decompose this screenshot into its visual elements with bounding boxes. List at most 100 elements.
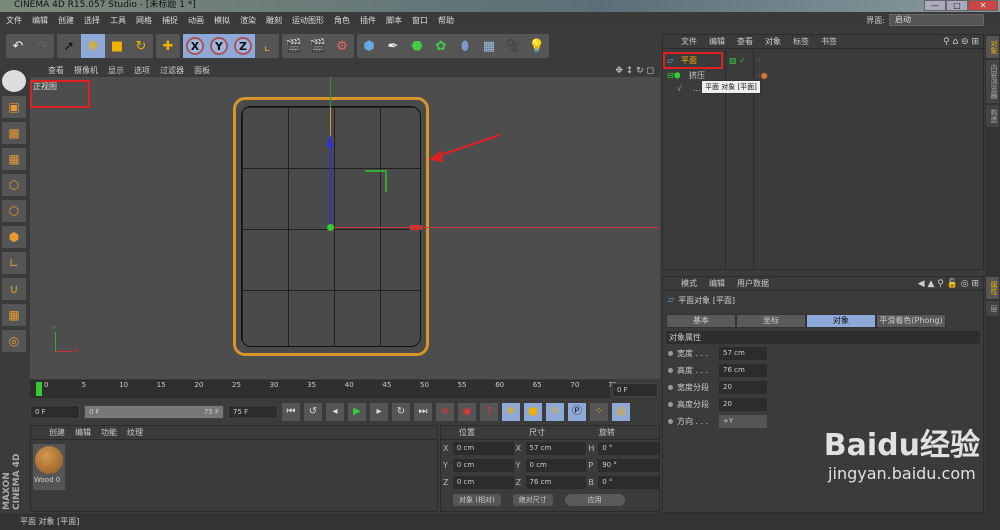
viewport-menu-panel[interactable]: 面板: [194, 65, 210, 76]
tab-phong[interactable]: 平滑着色(Phong): [876, 314, 946, 328]
key-rotation-icon[interactable]: ↻: [546, 403, 564, 421]
start-frame-field[interactable]: 0 F: [30, 405, 80, 419]
array-icon[interactable]: ✿: [429, 34, 453, 58]
width-field[interactable]: 57 cm: [719, 347, 767, 360]
z-axis-lock[interactable]: Z: [231, 34, 255, 58]
previous-key-icon[interactable]: ↺: [304, 403, 322, 421]
menu-select[interactable]: 选择: [84, 15, 100, 26]
side-tab-content-browser[interactable]: 内容浏览器: [986, 60, 999, 103]
obj-menu-object[interactable]: 对象: [765, 36, 781, 47]
timeline-icon[interactable]: ▤: [612, 403, 630, 421]
rotation-h-field[interactable]: 0 °: [598, 442, 660, 455]
go-to-start-icon[interactable]: ⏮: [282, 403, 300, 421]
side-tab-layers[interactable]: 层: [986, 301, 999, 316]
menu-sculpt[interactable]: 雕刻: [266, 15, 282, 26]
timeline-ruler[interactable]: 051015202530354045505560657075: [30, 380, 617, 398]
size-mode-dropdown[interactable]: 绝对尺寸: [512, 494, 553, 506]
edges-mode-icon[interactable]: ⬡: [2, 200, 26, 222]
tag-icon[interactable]: ⁖: [756, 56, 761, 65]
menu-window[interactable]: 窗口: [412, 15, 428, 26]
obj-menu-tag[interactable]: 标签: [793, 36, 809, 47]
menu-script[interactable]: 脚本: [386, 15, 402, 26]
points-mode-icon[interactable]: ⬡: [2, 174, 26, 196]
close-button[interactable]: ✕: [968, 0, 998, 11]
key-scale-icon[interactable]: ■: [524, 403, 542, 421]
obj-search-home-icons[interactable]: ⚲ ⌂ ⊖ ⊞: [943, 37, 979, 47]
x-axis-handle[interactable]: [410, 225, 422, 230]
coord-mode-dropdown[interactable]: 对象 (相对): [453, 494, 501, 506]
coordinate-system-icon[interactable]: ⌞: [255, 34, 279, 58]
light-icon[interactable]: 💡: [525, 34, 549, 58]
attr-menu-edit[interactable]: 编辑: [709, 278, 725, 289]
workplane-lock-icon[interactable]: ▦: [2, 304, 26, 326]
texture-mode-icon[interactable]: ▩: [2, 122, 26, 144]
current-frame-field[interactable]: 0 F: [612, 383, 658, 397]
auto-key-icon[interactable]: ◉: [458, 403, 476, 421]
size-y-field[interactable]: 0 cm: [525, 459, 587, 472]
size-x-field[interactable]: 57 cm: [525, 442, 587, 455]
apply-button[interactable]: 应用: [564, 494, 625, 506]
orientation-dropdown[interactable]: +Y: [719, 415, 767, 428]
next-frame-icon[interactable]: ▸: [370, 403, 388, 421]
width-segments-field[interactable]: 20: [719, 381, 767, 394]
floor-icon[interactable]: ▦: [477, 34, 501, 58]
plane-handle[interactable]: [365, 170, 387, 192]
undo-icon[interactable]: ↶: [6, 34, 30, 58]
viewport-menu-options[interactable]: 选项: [134, 65, 150, 76]
menu-simulate[interactable]: 模拟: [214, 15, 230, 26]
range-slider[interactable]: 0 F 75 F: [84, 405, 224, 419]
x-axis-lock[interactable]: X: [183, 34, 207, 58]
position-z-field[interactable]: 0 cm: [452, 476, 514, 489]
spline-pen-icon[interactable]: ✒: [381, 34, 405, 58]
menu-edit[interactable]: 编辑: [32, 15, 48, 26]
maximize-button[interactable]: □: [946, 0, 968, 11]
workplane-icon[interactable]: ▦: [2, 148, 26, 170]
height-field[interactable]: 76 cm: [719, 364, 767, 377]
viewport-nav-icons[interactable]: ✥ ↕ ↻ ◻: [615, 66, 654, 76]
menu-help[interactable]: 帮助: [438, 15, 454, 26]
obj-menu-file[interactable]: 文件: [681, 36, 697, 47]
attr-nav-icons[interactable]: ◀ ▲ ⚲ 🔓 ◎ ⊞: [918, 279, 979, 289]
tab-object[interactable]: 对象: [806, 314, 876, 328]
camera-icon[interactable]: 🎥: [501, 34, 525, 58]
tab-basic[interactable]: 基本: [666, 314, 736, 328]
key-point-level-icon[interactable]: ⁘: [590, 403, 608, 421]
menu-animate[interactable]: 动画: [188, 15, 204, 26]
next-key-icon[interactable]: ↻: [392, 403, 410, 421]
render-view-icon[interactable]: 🎬: [282, 34, 306, 58]
record-keys-icon[interactable]: ⊘: [436, 403, 454, 421]
y-axis-lock[interactable]: Y: [207, 34, 231, 58]
menu-file[interactable]: 文件: [6, 15, 22, 26]
scale-icon[interactable]: ■: [105, 34, 129, 58]
go-to-end-icon[interactable]: ⏭: [414, 403, 432, 421]
height-segments-field[interactable]: 20: [719, 398, 767, 411]
add-icon[interactable]: ✚: [156, 34, 180, 58]
mat-menu-function[interactable]: 功能: [101, 427, 117, 438]
select-arrow-icon[interactable]: ➚: [57, 34, 81, 58]
visible-check-icon[interactable]: ▨ ✓: [729, 56, 746, 65]
soft-selection-icon[interactable]: ◎: [2, 330, 26, 352]
mat-menu-create[interactable]: 创建: [49, 427, 65, 438]
deformer-icon[interactable]: ⬮: [453, 34, 477, 58]
material-item[interactable]: Wood 0: [33, 444, 65, 490]
minimize-button[interactable]: —: [924, 0, 946, 11]
menu-render[interactable]: 渲染: [240, 15, 256, 26]
mat-menu-texture[interactable]: 纹理: [127, 427, 143, 438]
play-icon[interactable]: ▶: [348, 403, 366, 421]
cube-icon[interactable]: ⬢: [357, 34, 381, 58]
interface-dropdown[interactable]: 启动: [889, 14, 984, 26]
menu-create[interactable]: 创建: [58, 15, 74, 26]
attr-menu-mode[interactable]: 模式: [681, 278, 697, 289]
size-z-field[interactable]: 76 cm: [525, 476, 587, 489]
menu-character[interactable]: 角色: [334, 15, 350, 26]
side-tab-structure[interactable]: 构造: [986, 105, 999, 127]
snap-icon[interactable]: ∪: [2, 278, 26, 300]
key-parameter-icon[interactable]: Ⓟ: [568, 403, 586, 421]
menu-plugins[interactable]: 插件: [360, 15, 376, 26]
material-tag-icon[interactable]: ⁖●: [756, 71, 768, 80]
subdivision-icon[interactable]: ⬣: [405, 34, 429, 58]
menu-snap[interactable]: 捕捉: [162, 15, 178, 26]
viewport-menu-camera[interactable]: 摄像机: [74, 65, 98, 76]
viewport-menu-view[interactable]: 查看: [48, 65, 64, 76]
viewport-menu-display[interactable]: 显示: [108, 65, 124, 76]
